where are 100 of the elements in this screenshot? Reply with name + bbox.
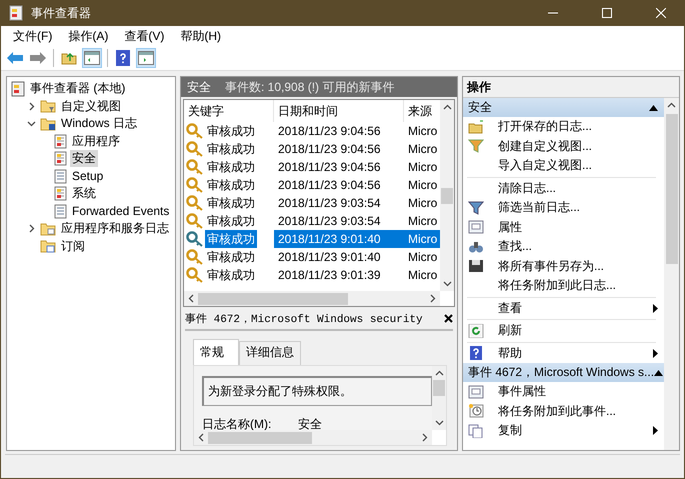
collapse-icon[interactable] [649, 104, 658, 110]
key-icon [186, 249, 204, 265]
table-cell[interactable]: 2018/11/23 9:01:39 [274, 268, 404, 282]
action-item[interactable]: 查找... [463, 237, 664, 256]
scroll-down-icon[interactable] [442, 281, 452, 287]
tree-item[interactable]: 安全 [70, 150, 98, 168]
table-cell[interactable]: 2018/11/23 9:03:54 [274, 214, 404, 228]
scroll-right-icon[interactable] [430, 294, 436, 303]
tree-item[interactable]: Setup [70, 169, 106, 184]
collapse-icon[interactable] [26, 119, 36, 128]
panel-title: 安全 [187, 78, 211, 96]
table-cell[interactable]: 2018/11/23 9:03:54 [274, 196, 404, 210]
tree-item[interactable]: 事件查看器 (本地) [28, 80, 128, 98]
scroll-down-icon[interactable] [434, 420, 444, 426]
actions-header: 操作 [463, 77, 679, 98]
horizontal-scrollbar[interactable] [184, 291, 440, 306]
vertical-scrollbar[interactable] [440, 100, 454, 291]
table-cell[interactable]: Micro [404, 196, 440, 210]
table-cell[interactable]: 审核成功 [205, 176, 257, 194]
back-arrow-icon[interactable] [7, 52, 23, 64]
action-item[interactable]: 将任务附加到此事件... [463, 402, 664, 421]
close-icon[interactable] [444, 314, 453, 323]
scrollbar-thumb[interactable] [433, 380, 445, 396]
table-cell[interactable]: Micro [404, 230, 440, 248]
table-cell[interactable]: Micro [404, 142, 440, 156]
table-cell[interactable]: 2018/11/23 9:04:56 [274, 142, 404, 156]
vertical-scrollbar[interactable] [664, 98, 679, 450]
scroll-up-icon[interactable] [442, 104, 452, 110]
scroll-up-icon[interactable] [434, 370, 444, 376]
action-item[interactable]: 查看 [463, 298, 664, 318]
action-item[interactable]: 属性 [463, 218, 664, 237]
action-item[interactable]: 将任务附加到此日志... [463, 276, 664, 296]
table-cell[interactable]: Micro [404, 160, 440, 174]
table-cell[interactable]: 审核成功 [205, 230, 257, 248]
scroll-right-icon[interactable] [422, 433, 428, 442]
table-cell[interactable]: Micro [404, 214, 440, 228]
table-cell[interactable]: Micro [404, 250, 440, 264]
table-cell[interactable]: 审核成功 [205, 122, 257, 140]
action-item[interactable]: 创建自定义视图... [463, 136, 664, 156]
tree-item[interactable]: Windows 日志 [59, 115, 140, 132]
tree-item[interactable]: 应用程序 [70, 132, 122, 150]
action-item[interactable]: 导入自定义视图... [463, 156, 664, 176]
clock-icon [468, 404, 484, 418]
panel-icon[interactable] [138, 51, 154, 65]
expand-icon[interactable] [26, 102, 36, 111]
scrollbar-thumb[interactable] [441, 188, 453, 204]
horizontal-scrollbar[interactable] [194, 430, 432, 445]
tree-item[interactable]: 系统 [70, 185, 98, 202]
menu-item[interactable]: 文件(F) [5, 26, 60, 46]
maximize-icon[interactable] [602, 8, 612, 18]
column-header[interactable]: 关键字 [184, 100, 274, 122]
table-cell[interactable]: 审核成功 [205, 140, 257, 158]
table-cell[interactable]: Micro [404, 178, 440, 192]
menu-item[interactable]: 帮助(H) [172, 26, 229, 46]
folder-up-icon[interactable] [61, 51, 77, 65]
tab[interactable]: 常规 [193, 339, 239, 365]
action-item[interactable]: 打开保存的日志... [463, 117, 664, 136]
tree-item[interactable]: 应用程序和服务日志 [59, 220, 171, 238]
table-cell[interactable]: 2018/11/23 9:01:40 [274, 230, 404, 248]
action-item[interactable]: 将所有事件另存为... [463, 256, 664, 276]
section-header[interactable]: 安全 [463, 98, 664, 117]
panel-icon[interactable] [84, 51, 100, 65]
column-header[interactable]: 日期和时间 [274, 100, 404, 122]
tree-item[interactable]: 自定义视图 [59, 98, 123, 115]
table-cell[interactable]: Micro [404, 124, 440, 138]
table-cell[interactable]: 审核成功 [205, 248, 257, 266]
table-cell[interactable]: 2018/11/23 9:04:56 [274, 178, 404, 192]
table-cell[interactable]: 审核成功 [205, 266, 257, 284]
table-cell[interactable]: 2018/11/23 9:04:56 [274, 160, 404, 174]
scrollbar-thumb[interactable] [198, 292, 348, 304]
menu-item[interactable]: 查看(V) [116, 26, 172, 46]
action-item[interactable]: 事件属性 [463, 382, 664, 402]
scroll-left-icon[interactable] [188, 294, 194, 303]
scrollbar-thumb[interactable] [208, 432, 312, 444]
collapse-icon[interactable] [654, 370, 664, 376]
scroll-left-icon[interactable] [198, 433, 204, 442]
action-item[interactable]: 帮助 [463, 344, 664, 363]
key-icon [186, 123, 204, 139]
menu-item[interactable]: 操作(A) [60, 26, 116, 46]
log-icon [54, 204, 67, 219]
tree-item[interactable]: Forwarded Events [70, 204, 172, 218]
table-cell[interactable]: Micro [404, 268, 440, 282]
scroll-up-icon[interactable] [667, 102, 676, 108]
tree-item[interactable]: 订阅 [59, 238, 87, 255]
help-icon[interactable] [116, 50, 130, 66]
expand-icon[interactable] [26, 224, 36, 234]
action-item[interactable]: 筛选当前日志... [463, 198, 664, 218]
table-cell[interactable]: 2018/11/23 9:01:40 [274, 250, 404, 264]
vertical-scrollbar[interactable] [432, 366, 446, 430]
action-item[interactable]: 复制 [463, 421, 664, 440]
table-cell[interactable]: 审核成功 [205, 194, 257, 212]
tab[interactable]: 详细信息 [239, 341, 301, 365]
action-item[interactable]: 刷新 [463, 321, 664, 340]
scrollbar-thumb[interactable] [666, 114, 678, 264]
table-cell[interactable]: 审核成功 [205, 212, 257, 230]
table-cell[interactable]: 2018/11/23 9:04:56 [274, 124, 404, 138]
forward-arrow-icon[interactable] [30, 52, 46, 64]
table-cell[interactable]: 审核成功 [205, 158, 257, 176]
section-header[interactable]: 事件 4672，Microsoft Windows s... [463, 363, 664, 382]
action-item[interactable]: 清除日志... [463, 178, 664, 198]
